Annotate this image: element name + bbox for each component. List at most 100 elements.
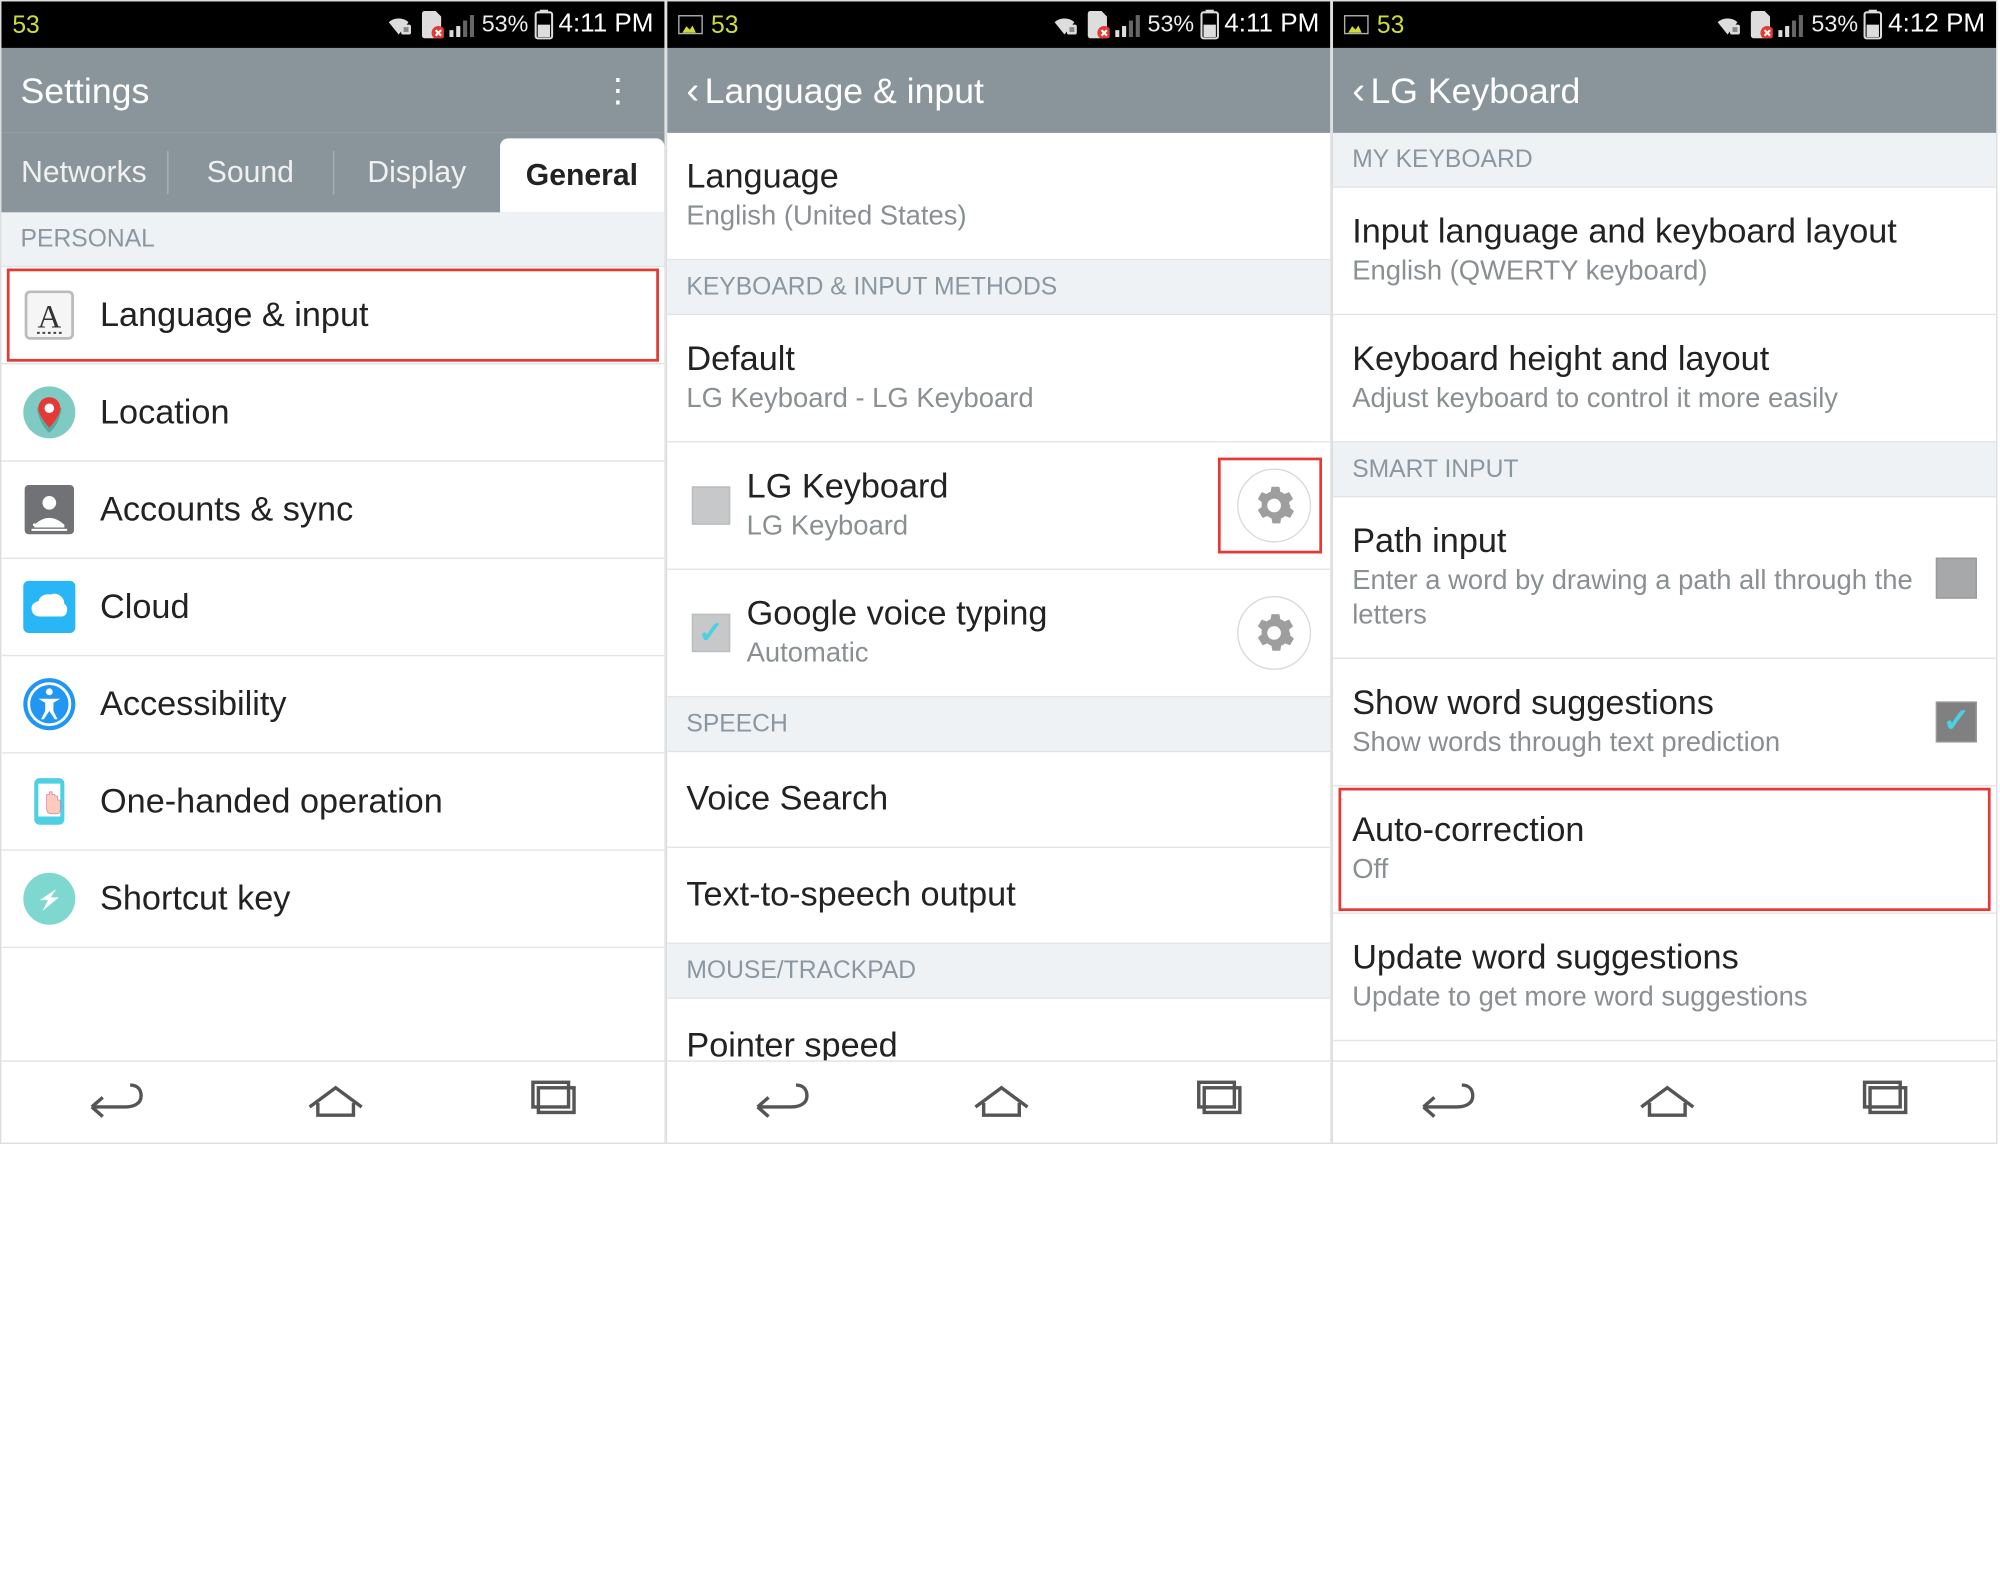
list-item-update-word-suggestions[interactable]: Update word suggestions Update to get mo… [1333, 914, 1996, 1041]
app-bar: ‹ LG Keyboard [1333, 48, 1996, 133]
onehand-icon [21, 773, 79, 831]
notification-count: 53 [12, 10, 39, 39]
list-item-show-word-suggestions[interactable]: Show word suggestions Show words through… [1333, 659, 1996, 786]
tab-display[interactable]: Display [334, 133, 499, 212]
item-text: Accounts & sync [100, 490, 645, 530]
nav-recent-icon[interactable] [524, 1080, 587, 1125]
nav-home-icon[interactable] [967, 1080, 1036, 1125]
nav-home-icon[interactable] [301, 1080, 370, 1125]
item-subtitle: Adjust keyboard to control it more easil… [1352, 382, 1977, 416]
list-item-keyboard-height-and-layout[interactable]: Keyboard height and layout Adjust keyboa… [1333, 315, 1996, 442]
list-item-accounts-sync[interactable]: Accounts & sync [1, 462, 664, 559]
section-header: KEYBOARD & INPUT METHODS [667, 260, 1330, 315]
item-text: One-handed operation [100, 782, 645, 822]
signal-icon [449, 12, 476, 37]
battery-percent: 53% [482, 11, 529, 38]
list-item-auto-correction[interactable]: Auto-correction Off [1333, 786, 1996, 913]
app-bar: Settings ⋮ [1, 48, 664, 133]
language-icon: A [21, 286, 79, 344]
list-item-input-language-and-keyboard-layout[interactable]: Input language and keyboard layout Engli… [1333, 188, 1996, 315]
nav-recent-icon[interactable] [1856, 1080, 1919, 1125]
settings-list: Language English (United States) KEYBOAR… [667, 133, 1330, 1060]
clock: 4:12 PM [1888, 10, 1985, 40]
status-bar: 53 53% 4:11 PM [667, 1, 1330, 48]
list-item-shortcut-key[interactable]: Shortcut key [1, 851, 664, 948]
list-item-text-to-speech-output[interactable]: Text-to-speech output [667, 848, 1330, 944]
list-item-one-handed-operation[interactable]: One-handed operation [1, 754, 664, 851]
list-item-location[interactable]: Location [1, 364, 664, 461]
list-item-lg-keyboard[interactable]: LG Keyboard LG Keyboard [667, 443, 1330, 570]
shortcut-icon [21, 870, 79, 928]
item-title: Voice Search [686, 780, 1311, 820]
item-text: Keyboard height and layout Adjust keyboa… [1352, 340, 1977, 417]
gear-icon[interactable] [1237, 469, 1311, 543]
item-title: Google voice typing [747, 595, 1229, 635]
gear-icon[interactable] [1237, 596, 1311, 670]
list-item-google-voice-typing[interactable]: Google voice typing Automatic [667, 570, 1330, 697]
back-icon[interactable]: ‹ [686, 69, 699, 113]
accessibility-icon [21, 675, 79, 733]
item-title: Path input [1352, 522, 1922, 562]
nav-recent-icon[interactable] [1190, 1080, 1253, 1125]
nav-bar [1333, 1060, 1996, 1142]
settings-list: MY KEYBOARD Input language and keyboard … [1333, 133, 1996, 1060]
item-text: Location [100, 393, 645, 433]
cloud-icon [21, 578, 79, 636]
nav-back-icon[interactable] [1410, 1080, 1479, 1125]
battery-icon [534, 10, 553, 40]
list-item-pointer-speed[interactable]: Pointer speed [667, 999, 1330, 1061]
list-item-language[interactable]: Language English (United States) [667, 133, 1330, 260]
signal-icon [1779, 12, 1806, 37]
checkbox[interactable] [692, 614, 730, 652]
app-bar-title: Settings [21, 69, 150, 111]
tab-general[interactable]: General [499, 138, 664, 212]
screen-2: 53 53% 4:12 PM ‹ LG Keyboard MY KEYBOARD… [1332, 0, 1998, 1144]
item-title: Cloud [100, 587, 645, 627]
item-title: Accessibility [100, 684, 645, 724]
item-subtitle: Automatic [747, 637, 1229, 671]
item-text: Auto-correction Off [1352, 811, 1977, 888]
list-item-voice-search[interactable]: Voice Search [667, 752, 1330, 848]
sim-icon [1748, 11, 1773, 38]
overflow-menu-icon[interactable]: ⋮ [590, 60, 645, 122]
nav-back-icon[interactable] [744, 1080, 813, 1125]
item-subtitle: English (United States) [686, 200, 1311, 234]
checkbox[interactable] [692, 486, 730, 524]
sim-icon [419, 11, 444, 38]
item-text: Text-to-speech output [686, 875, 1311, 915]
tab-sound[interactable]: Sound [168, 133, 333, 212]
nav-bar [1, 1060, 664, 1142]
item-title: Text-to-speech output [686, 875, 1311, 915]
item-text: LG Keyboard LG Keyboard [747, 467, 1229, 544]
list-item-additional-settings[interactable]: Additional settings [1333, 1041, 1996, 1060]
status-bar: 53 53% 4:11 PM [1, 1, 664, 48]
tab-networks[interactable]: Networks [1, 133, 166, 212]
picture-notification-icon [1344, 15, 1369, 34]
battery-percent: 53% [1811, 11, 1858, 38]
list-item-default[interactable]: Default LG Keyboard - LG Keyboard [667, 315, 1330, 442]
item-title: Shortcut key [100, 879, 645, 919]
item-text: Voice Search [686, 780, 1311, 820]
list-item-language-input[interactable]: A Language & input [1, 267, 664, 364]
nav-back-icon[interactable] [79, 1080, 148, 1125]
wifi-icon [1713, 12, 1743, 37]
section-header: SPEECH [667, 697, 1330, 752]
list-item-path-input[interactable]: Path input Enter a word by drawing a pat… [1333, 497, 1996, 659]
item-text: Pointer speed [686, 1026, 1311, 1060]
item-text: Language & input [100, 295, 645, 335]
list-item-accessibility[interactable]: Accessibility [1, 656, 664, 753]
nav-home-icon[interactable] [1633, 1080, 1702, 1125]
list-item-cloud[interactable]: Cloud [1, 559, 664, 656]
back-icon[interactable]: ‹ [1352, 69, 1365, 113]
checkbox[interactable] [1936, 701, 1977, 742]
section-header: MY KEYBOARD [1333, 133, 1996, 188]
checkbox[interactable] [1936, 557, 1977, 598]
item-title: LG Keyboard [747, 467, 1229, 507]
item-subtitle: Show words through text prediction [1352, 726, 1922, 760]
item-title: Default [686, 340, 1311, 380]
status-bar: 53 53% 4:12 PM [1333, 1, 1996, 48]
item-text: Language English (United States) [686, 158, 1311, 235]
section-header: PERSONAL [1, 212, 664, 267]
item-text: Show word suggestions Show words through… [1352, 684, 1922, 761]
wifi-icon [383, 12, 413, 37]
